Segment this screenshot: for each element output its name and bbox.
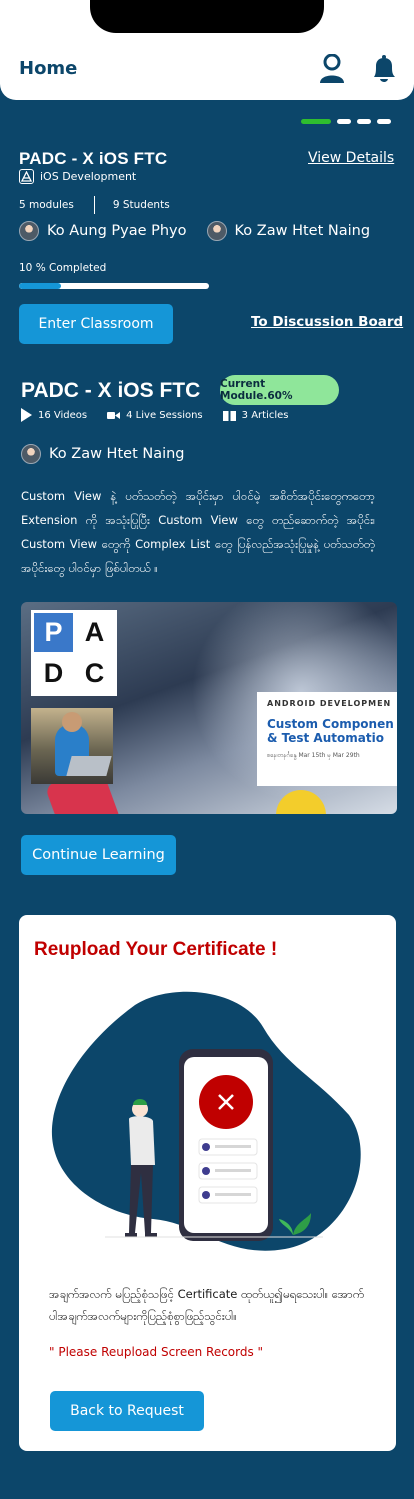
reupload-note: " Please Reupload Screen Records ": [49, 1345, 264, 1359]
modules-count: 5 modules: [19, 199, 74, 211]
live-sessions-stat: 4 Live Sessions: [107, 410, 203, 421]
logo-letter: A: [75, 613, 114, 652]
current-module-badge: Current Module.60%: [220, 375, 339, 405]
logo-letter: C: [75, 654, 114, 693]
mentor-name: Ko Aung Pyae Phyo: [47, 223, 187, 239]
back-to-request-button[interactable]: Back to Request: [50, 1391, 204, 1431]
banner-title-2: & Test Automatio: [267, 731, 384, 745]
banner-top: ANDROID DEVELOPMEN: [267, 699, 392, 708]
app-header: Home: [0, 0, 414, 100]
bell-icon[interactable]: [370, 54, 398, 84]
mentor-name: Ko Zaw Htet Naing: [234, 223, 371, 239]
enter-classroom-button[interactable]: Enter Classroom: [19, 304, 173, 344]
device-notch: [90, 0, 324, 33]
pager-dot[interactable]: [357, 119, 371, 124]
avatar: [19, 221, 39, 241]
mentor-item: Ko Zaw Htet Naing: [206, 221, 371, 241]
carousel-pager[interactable]: [301, 119, 391, 124]
progress-bar: [19, 283, 209, 289]
person-head: [62, 712, 82, 732]
logo-letter: D: [34, 654, 73, 693]
progress-label: 10 % Completed: [19, 262, 107, 274]
mentor-list: Ko Aung Pyae Phyo Ko Zaw Htet Naing: [19, 221, 370, 241]
user-icon[interactable]: [318, 54, 346, 84]
instructor-webcam: [31, 708, 113, 784]
course-banner: ANDROID DEVELOPMEN Custom Componen & Tes…: [257, 692, 397, 786]
progress-fill: [19, 283, 61, 289]
module-description: Custom View နဲ့ ပတ်သတ်တဲ့ အပိုင်းမှာ ပါဝ…: [21, 489, 375, 575]
pager-dot[interactable]: [337, 119, 351, 124]
page-title: Home: [19, 58, 78, 79]
banner-title-1: Custom Componen: [267, 717, 394, 731]
category-label: iOS Development: [40, 170, 137, 183]
videos-count: 16 Videos: [38, 409, 88, 421]
avatar: [206, 221, 227, 241]
mentor-item: Ko Aung Pyae Phyo: [19, 221, 187, 241]
avatar: [21, 444, 41, 464]
videos-stat: 16 Videos: [21, 408, 87, 422]
students-count: 9 Students: [112, 199, 170, 211]
mentor-name: Ko Zaw Htet Naing: [49, 446, 185, 462]
articles-stat: 3 Articles: [222, 409, 289, 421]
pager-dot[interactable]: [301, 119, 331, 124]
play-icon: [21, 408, 32, 422]
video-thumbnail[interactable]: P A D C ANDROID DEVELOPMEN Custom Compon…: [21, 602, 397, 814]
module-mentor: Ko Zaw Htet Naing: [21, 444, 185, 464]
course-category: iOS Development: [19, 169, 136, 184]
discussion-board-link[interactable]: To Discussion Board: [251, 314, 403, 330]
pager-dot[interactable]: [377, 119, 391, 124]
banner-dates: စနေ၊တနင်္ဂနွေ Mar 15th မှ Mar 29th: [267, 752, 360, 759]
category-icon: [19, 169, 34, 184]
divider: [93, 196, 95, 214]
certificate-message: အချက်အလက် မပြည့်စုံသဖြင့် Certificate ထု…: [49, 1287, 365, 1323]
live-sessions-count: 4 Live Sessions: [126, 409, 203, 421]
course-meta: 5 modules 9 Students: [19, 196, 170, 214]
laptop-figure: [66, 756, 112, 776]
articles-count: 3 Articles: [241, 409, 289, 421]
phone-error-illustration: [51, 991, 361, 1251]
certificate-card: Reupload Your Certificate ! အချက်အလက် မပ…: [19, 915, 396, 1451]
padc-logo: P A D C: [31, 610, 117, 696]
module-stats: 16 Videos 4 Live Sessions 3 Articles: [21, 408, 309, 422]
logo-letter: P: [34, 613, 73, 652]
book-icon: [222, 410, 236, 421]
view-details-link[interactable]: View Details: [308, 150, 394, 166]
certificate-title: Reupload Your Certificate !: [34, 939, 278, 960]
module-title: PADC - X iOS FTC: [21, 379, 201, 402]
course-title: PADC - X iOS FTC: [19, 149, 168, 168]
video-camera-icon: [107, 411, 121, 419]
continue-learning-button[interactable]: Continue Learning: [21, 835, 176, 875]
